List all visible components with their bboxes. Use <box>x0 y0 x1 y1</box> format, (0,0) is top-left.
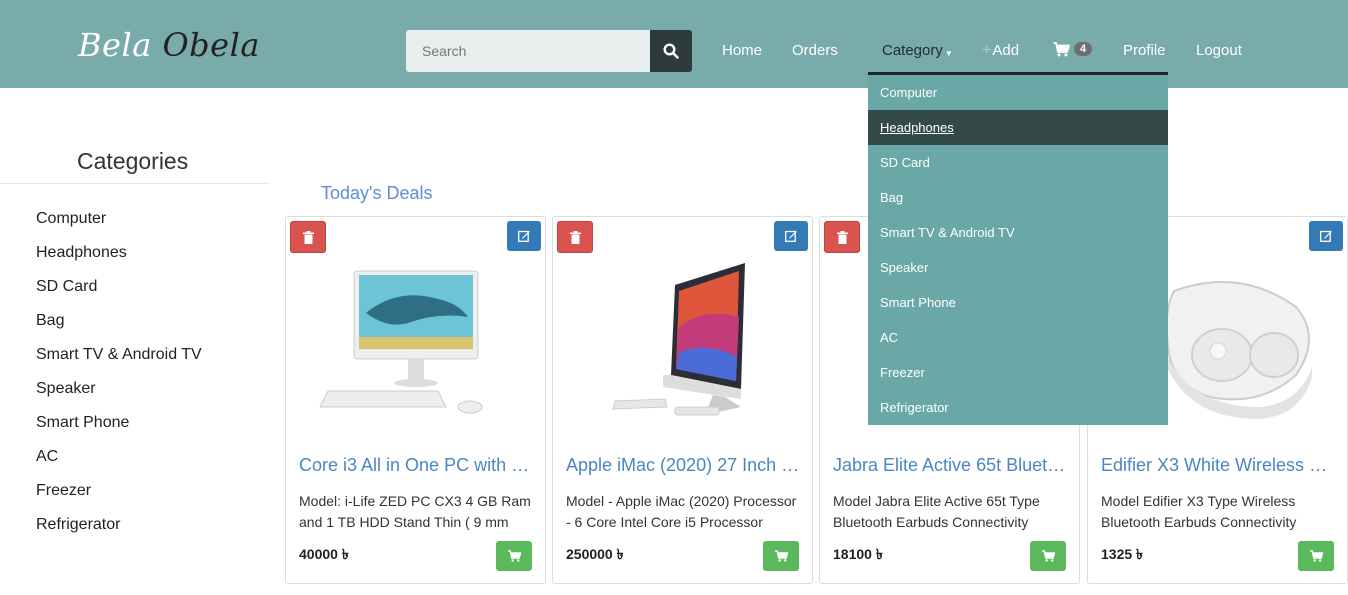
category-item-computer[interactable]: Computer <box>36 210 202 244</box>
product-card: Core i3 All in One PC with Dell Model: i… <box>285 216 546 584</box>
add-to-cart-button[interactable] <box>496 541 532 571</box>
dropdown-item-headphones[interactable]: Headphones <box>868 110 1168 145</box>
dropdown-item-speaker[interactable]: Speaker <box>868 250 1168 285</box>
trash-icon <box>836 230 848 244</box>
product-title[interactable]: Edifier X3 White Wireless Earbuds <box>1101 455 1337 476</box>
category-item-smart-tv[interactable]: Smart TV & Android TV <box>36 346 202 380</box>
caret-down-icon: ▼ <box>944 49 953 58</box>
categories-heading: Categories <box>77 148 189 174</box>
delete-product-button[interactable] <box>557 221 593 253</box>
product-description: Model Jabra Elite Active 65t Type Blueto… <box>833 493 1040 530</box>
trash-icon <box>569 230 581 244</box>
nav-cart-link[interactable]: 4 <box>1053 40 1093 57</box>
dropdown-item-bag[interactable]: Bag <box>868 180 1168 215</box>
category-item-speaker[interactable]: Speaker <box>36 380 202 414</box>
nav-home-link[interactable]: Home <box>722 42 762 59</box>
product-title[interactable]: Apple iMac (2020) 27 Inch Retina <box>566 455 802 476</box>
edit-product-button[interactable] <box>774 221 808 251</box>
nav-logout-link[interactable]: Logout <box>1196 42 1242 59</box>
product-description: Model - Apple iMac (2020) Processor - 6 … <box>566 493 797 530</box>
shopping-cart-icon <box>1041 550 1055 562</box>
edit-icon <box>785 230 797 242</box>
delete-product-button[interactable] <box>824 221 860 253</box>
category-item-freezer[interactable]: Freezer <box>36 482 202 516</box>
shopping-cart-icon <box>1053 41 1070 57</box>
dropdown-item-ac[interactable]: AC <box>868 320 1168 355</box>
product-price: 1325 ৳ <box>1101 546 1144 562</box>
category-list: Computer Headphones SD Card Bag Smart TV… <box>36 210 202 550</box>
categories-divider <box>0 183 270 184</box>
nav-orders-link[interactable]: Orders <box>792 42 838 59</box>
edit-icon <box>518 230 530 242</box>
dropdown-item-computer[interactable]: Computer <box>868 75 1168 110</box>
todays-deals-heading: Today's Deals <box>321 183 433 203</box>
search-input[interactable] <box>406 30 650 72</box>
dropdown-item-freezer[interactable]: Freezer <box>868 355 1168 390</box>
dropdown-item-smart-phone[interactable]: Smart Phone <box>868 285 1168 320</box>
shopping-cart-icon <box>1309 550 1323 562</box>
nav-add-label: Add <box>992 42 1020 59</box>
brand-part2: Obela <box>162 26 260 64</box>
search-bar <box>406 30 692 72</box>
trash-icon <box>302 230 314 244</box>
edit-product-button[interactable] <box>1309 221 1343 251</box>
brand-logo[interactable]: Bela Obela <box>78 26 260 64</box>
category-item-refrigerator[interactable]: Refrigerator <box>36 516 202 550</box>
search-button[interactable] <box>650 30 692 72</box>
nav-category-dropdown[interactable]: Category ▼ <box>882 42 953 59</box>
category-item-headphones[interactable]: Headphones <box>36 244 202 278</box>
product-price: 18100 ৳ <box>833 546 883 562</box>
add-to-cart-button[interactable] <box>1030 541 1066 571</box>
product-image <box>612 263 745 416</box>
shopping-cart-icon <box>774 550 788 562</box>
add-to-cart-button[interactable] <box>763 541 799 571</box>
brand-part1: Bela <box>78 26 152 64</box>
product-price: 250000 ৳ <box>566 546 624 562</box>
category-item-bag[interactable]: Bag <box>36 312 202 346</box>
dropdown-item-refrigerator[interactable]: Refrigerator <box>868 390 1168 425</box>
edit-icon <box>1320 230 1332 242</box>
search-icon <box>663 43 679 59</box>
nav-category-label: Category <box>882 42 943 59</box>
cart-count-badge: 4 <box>1074 42 1093 56</box>
delete-product-button[interactable] <box>290 221 326 253</box>
product-title[interactable]: Jabra Elite Active 65t Bluetooth <box>833 455 1069 476</box>
dropdown-item-sd-card[interactable]: SD Card <box>868 145 1168 180</box>
product-description: Model Edifier X3 Type Wireless Bluetooth… <box>1101 493 1297 530</box>
shopping-cart-icon <box>507 550 521 562</box>
category-item-sd-card[interactable]: SD Card <box>36 278 202 312</box>
category-item-smart-phone[interactable]: Smart Phone <box>36 414 202 448</box>
nav-profile-link[interactable]: Profile <box>1123 42 1166 59</box>
category-item-ac[interactable]: AC <box>36 448 202 482</box>
dropdown-item-smart-tv[interactable]: Smart TV & Android TV <box>868 215 1168 250</box>
product-price: 40000 ৳ <box>299 546 349 562</box>
add-to-cart-button[interactable] <box>1298 541 1334 571</box>
product-description: Model: i-Life ZED PC CX3 4 GB Ram and 1 … <box>299 493 531 530</box>
category-dropdown-menu: Computer Headphones SD Card Bag Smart TV… <box>868 72 1168 425</box>
nav-add-link[interactable]: +Add <box>982 42 1019 60</box>
product-image <box>319 270 483 414</box>
edit-product-button[interactable] <box>507 221 541 251</box>
plus-icon: + <box>982 42 992 59</box>
product-card: Apple iMac (2020) 27 Inch Retina Model -… <box>552 216 813 584</box>
product-title[interactable]: Core i3 All in One PC with Dell <box>299 455 535 476</box>
